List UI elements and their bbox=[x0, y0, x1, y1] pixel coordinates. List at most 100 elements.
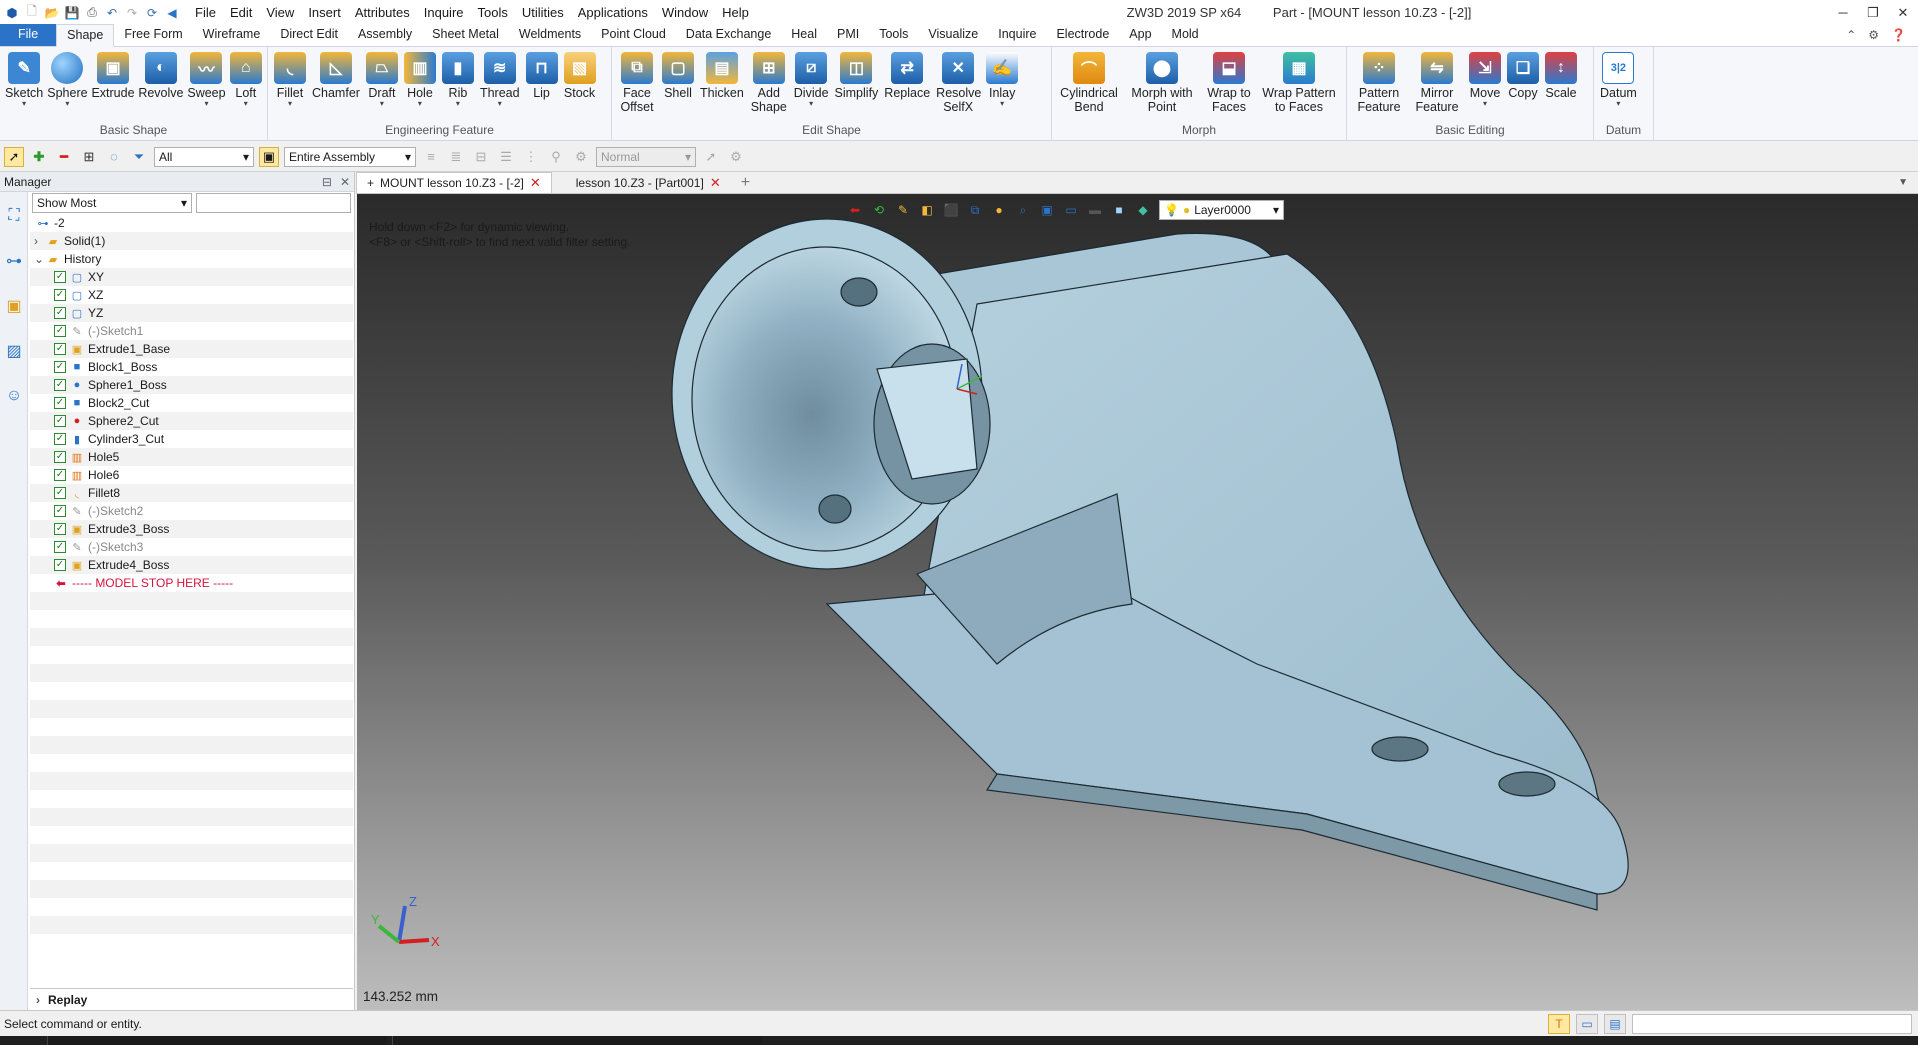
pick-pointer-icon[interactable]: ➚ bbox=[4, 146, 24, 167]
close-tab-icon[interactable]: ✕ bbox=[530, 175, 541, 191]
part-library-icon[interactable]: ▣ bbox=[2, 294, 26, 318]
menu-window[interactable]: Window bbox=[655, 0, 715, 25]
print-icon[interactable]: ⎙ bbox=[84, 5, 100, 21]
visibility-checkbox[interactable]: ✓ bbox=[54, 541, 66, 553]
scope-combo[interactable]: Entire Assembly ▾ bbox=[284, 146, 416, 167]
tree-root[interactable]: ⊶ -2 bbox=[30, 214, 353, 232]
visibility-checkbox[interactable]: ✓ bbox=[54, 397, 66, 409]
assembly-tree-icon[interactable]: ⊶ bbox=[2, 249, 26, 273]
back-arrow-icon[interactable]: ◀ bbox=[164, 5, 180, 21]
command-input[interactable] bbox=[1632, 1014, 1912, 1034]
pin-tool-icon[interactable]: ⚲ bbox=[546, 147, 566, 167]
distribute-tool-icon[interactable]: ≣ bbox=[446, 147, 466, 167]
standard-views-icon[interactable]: ⧉ bbox=[967, 202, 983, 218]
menu-view[interactable]: View bbox=[259, 0, 301, 25]
save-icon[interactable]: 💾 bbox=[64, 5, 80, 21]
close-tab-icon[interactable]: ✕ bbox=[710, 175, 721, 191]
tree-item-hole5[interactable]: ✓ ▥ Hole5 bbox=[30, 448, 353, 466]
visibility-checkbox[interactable]: ✓ bbox=[54, 469, 66, 481]
visibility-checkbox[interactable]: ✓ bbox=[54, 325, 66, 337]
3d-viewport[interactable]: Hold down <F2> for dynamic viewing. <F8>… bbox=[357, 194, 1918, 1010]
tab-mold[interactable]: Mold bbox=[1162, 24, 1209, 46]
section-view-icon[interactable]: ▣ bbox=[1039, 202, 1055, 218]
menu-attributes[interactable]: Attributes bbox=[348, 0, 417, 25]
mode-combo[interactable]: Normal ▾ bbox=[596, 146, 696, 167]
menu-insert[interactable]: Insert bbox=[301, 0, 348, 25]
menu-help[interactable]: Help bbox=[715, 0, 756, 25]
assembly-scope-icon[interactable]: ▣ bbox=[259, 146, 279, 167]
tab-electrode[interactable]: Electrode bbox=[1046, 24, 1119, 46]
collapse-ribbon-icon[interactable]: ⌃ bbox=[1846, 28, 1856, 42]
cube-wire-icon[interactable]: ◆ bbox=[1135, 202, 1151, 218]
tab-wireframe[interactable]: Wireframe bbox=[193, 24, 271, 46]
visibility-checkbox[interactable]: ✓ bbox=[54, 289, 66, 301]
settings-gear-icon[interactable]: ⚙ bbox=[1868, 28, 1879, 42]
screen-icon[interactable]: ▬ bbox=[1087, 202, 1103, 218]
tree-node-solid[interactable]: › ▰ Solid(1) bbox=[30, 232, 353, 250]
app-logo-icon[interactable]: ⬢ bbox=[4, 5, 20, 21]
menu-tools[interactable]: Tools bbox=[471, 0, 515, 25]
lasso-select-icon[interactable]: ◌ bbox=[104, 147, 124, 167]
tab-weldments[interactable]: Weldments bbox=[509, 24, 591, 46]
tab-app[interactable]: App bbox=[1119, 24, 1161, 46]
panel-close-icon[interactable]: ✕ bbox=[340, 175, 350, 189]
filter-combo[interactable]: All ▾ bbox=[154, 146, 254, 167]
minimize-icon[interactable]: ─ bbox=[1828, 0, 1858, 25]
tab-tools[interactable]: Tools bbox=[869, 24, 918, 46]
tree-item-extrude4[interactable]: ✓ ▣ Extrude4_Boss bbox=[30, 556, 353, 574]
tree-node-history[interactable]: ⌄ ▰ History bbox=[30, 250, 353, 268]
visual-styles-icon[interactable]: ▨ bbox=[2, 339, 26, 363]
light-bulb-icon[interactable]: ● bbox=[991, 202, 1007, 218]
stack-tool-icon[interactable]: ⊟ bbox=[471, 147, 491, 167]
visibility-checkbox[interactable]: ✓ bbox=[54, 271, 66, 283]
tree-item-block2[interactable]: ✓ ■ Block2_Cut bbox=[30, 394, 353, 412]
tree-item-sketch3[interactable]: ✓ ✎ (-)Sketch3 bbox=[30, 538, 353, 556]
visibility-checkbox[interactable]: ✓ bbox=[54, 451, 66, 463]
zoom-fit-icon[interactable]: ⌕ bbox=[1015, 202, 1031, 218]
menu-file[interactable]: File bbox=[188, 0, 223, 25]
visibility-checkbox[interactable]: ✓ bbox=[54, 505, 66, 517]
help-icon[interactable]: ❓ bbox=[1891, 28, 1906, 42]
back-view-icon[interactable]: ⬅ bbox=[847, 202, 863, 218]
pencil-icon[interactable]: ✎ bbox=[895, 202, 911, 218]
restore-icon[interactable]: ❐ bbox=[1858, 0, 1888, 25]
add-plus-icon[interactable]: ✚ bbox=[29, 147, 49, 167]
doc-tab-mount[interactable]: + MOUNT lesson 10.Z3 - [-2] ✕ bbox=[356, 172, 552, 193]
display-mode-icon[interactable]: ▭ bbox=[1063, 202, 1079, 218]
tree-item-sphere2[interactable]: ✓ ● Sphere2_Cut bbox=[30, 412, 353, 430]
tree-item-hole6[interactable]: ✓ ▥ Hole6 bbox=[30, 466, 353, 484]
new-tab-plus-icon[interactable]: + bbox=[731, 172, 760, 193]
tree-item-xy[interactable]: ✓ ▢ XY bbox=[30, 268, 353, 286]
box-select-icon[interactable]: ⊞ bbox=[79, 147, 99, 167]
tree-item-extrude1[interactable]: ✓ ▣ Extrude1_Base bbox=[30, 340, 353, 358]
visibility-checkbox[interactable]: ✓ bbox=[54, 361, 66, 373]
visibility-checkbox[interactable]: ✓ bbox=[54, 379, 66, 391]
visibility-checkbox[interactable]: ✓ bbox=[54, 559, 66, 571]
grid-tool-icon[interactable]: ⋮ bbox=[521, 147, 541, 167]
tree-item-xz[interactable]: ✓ ▢ XZ bbox=[30, 286, 353, 304]
tab-direct-edit[interactable]: Direct Edit bbox=[270, 24, 348, 46]
replay-section[interactable]: › Replay bbox=[30, 988, 353, 1010]
pick-option-icon[interactable]: ➚ bbox=[701, 147, 721, 167]
tree-search-input[interactable] bbox=[196, 193, 351, 213]
pin-icon[interactable]: ⊟ bbox=[322, 175, 332, 189]
doc-tab-part001[interactable]: lesson 10.Z3 - [Part001] ✕ bbox=[566, 172, 731, 193]
redo-icon[interactable]: ↷ bbox=[124, 5, 140, 21]
tree-item-sketch1[interactable]: ✓ ✎ (-)Sketch1 bbox=[30, 322, 353, 340]
tab-list-dropdown-icon[interactable]: ▼ bbox=[1888, 172, 1918, 193]
repeat-icon[interactable]: ⟳ bbox=[144, 5, 160, 21]
tree-item-cylinder3[interactable]: ✓ ▮ Cylinder3_Cut bbox=[30, 430, 353, 448]
tree-item-sketch2[interactable]: ✓ ✎ (-)Sketch2 bbox=[30, 502, 353, 520]
visibility-checkbox[interactable]: ✓ bbox=[54, 307, 66, 319]
visibility-checkbox[interactable]: ✓ bbox=[54, 523, 66, 535]
tab-data-exchange[interactable]: Data Exchange bbox=[676, 24, 781, 46]
menu-utilities[interactable]: Utilities bbox=[515, 0, 571, 25]
color-swatch-icon[interactable]: ■ bbox=[1111, 202, 1127, 218]
visibility-checkbox[interactable]: ✓ bbox=[54, 487, 66, 499]
align-tool-icon[interactable]: ≡ bbox=[421, 147, 441, 167]
undo-icon[interactable]: ↶ bbox=[104, 5, 120, 21]
pick-settings-icon[interactable]: ⚙ bbox=[726, 147, 746, 167]
visibility-checkbox[interactable]: ✓ bbox=[54, 343, 66, 355]
rotate-view-icon[interactable]: ⟲ bbox=[871, 202, 887, 218]
tab-assembly[interactable]: Assembly bbox=[348, 24, 422, 46]
